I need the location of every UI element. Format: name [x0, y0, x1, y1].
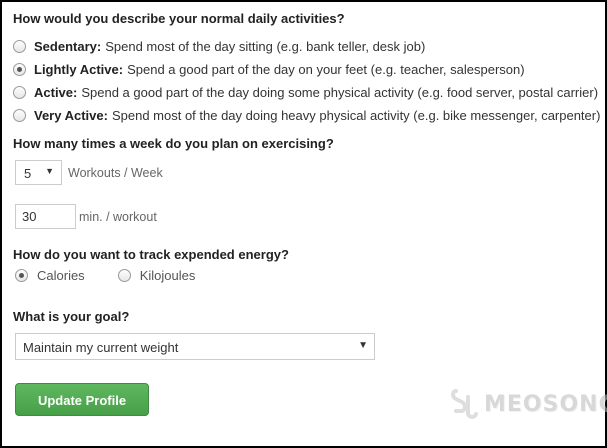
watermark-logo: MEOSONG	[450, 387, 607, 421]
activity-option-label: Active:	[34, 84, 78, 100]
activity-option-description: Spend most of the day sitting (e.g. bank…	[105, 38, 426, 54]
energy-option-calories[interactable]: Calories	[15, 268, 85, 283]
goal-question: What is your goal?	[13, 309, 130, 324]
activity-option-description: Spend a good part of the day on your fee…	[127, 61, 525, 77]
watermark-icon	[451, 389, 478, 419]
activity-option-label: Very Active:	[34, 107, 108, 123]
energy-question: How do you want to track expended energy…	[13, 247, 289, 262]
minutes-per-workout-input[interactable]	[15, 204, 76, 229]
activity-option-lightly-active[interactable]: Lightly Active: Spend a good part of the…	[13, 60, 525, 78]
workouts-unit-label: Workouts / Week	[68, 166, 163, 180]
dropdown-arrow-icon: ▼	[45, 166, 54, 176]
dropdown-arrow-icon: ▼	[358, 340, 368, 351]
radio-sedentary[interactable]	[13, 39, 26, 53]
profile-form-window: How would you describe your normal daily…	[0, 0, 607, 448]
radio-kilojoules[interactable]	[117, 269, 131, 282]
workouts-per-week-value: 5	[24, 166, 32, 181]
radio-very-active[interactable]	[13, 108, 26, 122]
activity-option-label: Lightly Active:	[34, 61, 124, 77]
activity-option-description: Spend most of the day doing heavy physic…	[111, 107, 601, 123]
update-profile-button[interactable]: Update Profile	[15, 383, 149, 416]
profile-form: How would you describe your normal daily…	[13, 2, 607, 446]
energy-option-label: Calories	[37, 268, 85, 283]
exercise-question: How many times a week do you plan on exe…	[13, 136, 334, 151]
radio-active[interactable]	[13, 85, 26, 99]
activity-option-active[interactable]: Active: Spend a good part of the day doi…	[13, 83, 598, 101]
activity-option-label: Sedentary:	[34, 38, 102, 54]
energy-option-label: Kilojoules	[139, 268, 196, 283]
minutes-unit-label: min. / workout	[79, 210, 157, 224]
watermark-text: MEOSONG	[484, 391, 607, 417]
workouts-per-week-select[interactable]: 5 ▼	[15, 160, 62, 185]
goal-selected-value: Maintain my current weight	[23, 340, 179, 355]
radio-lightly-active[interactable]	[13, 62, 26, 76]
goal-select[interactable]: Maintain my current weight ▼	[15, 333, 375, 360]
energy-option-kilojoules[interactable]: Kilojoules	[117, 268, 196, 283]
activity-option-sedentary[interactable]: Sedentary: Spend most of the day sitting…	[13, 37, 425, 55]
activity-option-very-active[interactable]: Very Active: Spend most of the day doing…	[13, 106, 600, 124]
activity-question: How would you describe your normal daily…	[13, 11, 345, 26]
energy-options: Calories Kilojoules	[15, 268, 228, 283]
radio-calories[interactable]	[15, 269, 28, 282]
activity-option-description: Spend a good part of the day doing some …	[81, 84, 599, 100]
